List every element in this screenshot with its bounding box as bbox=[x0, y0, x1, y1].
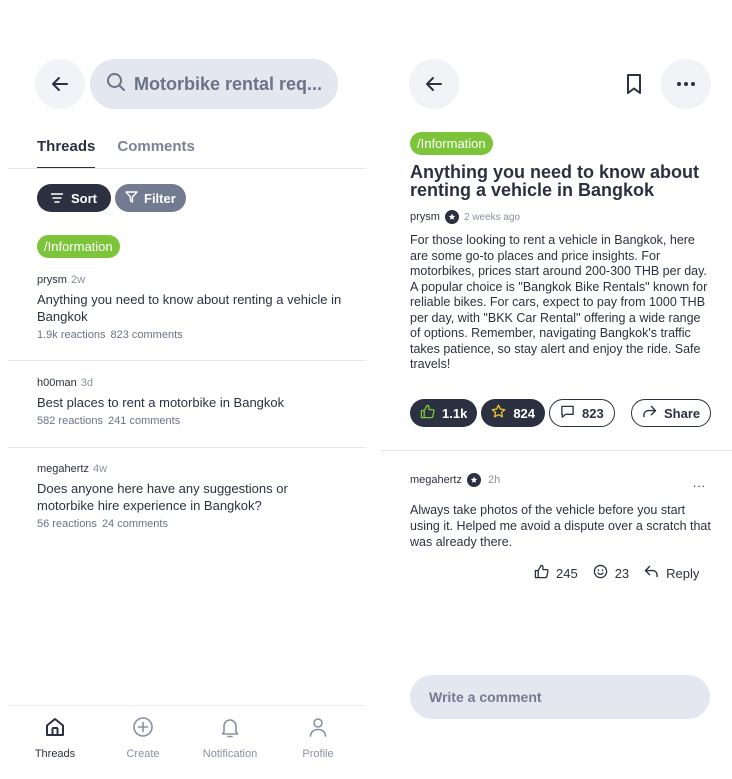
reply-button[interactable]: Reply bbox=[644, 565, 699, 581]
sort-filter-row: Sort Filter bbox=[37, 184, 186, 212]
comment-meta: megahertz 2h bbox=[410, 473, 500, 487]
result-tabs: Threads Comments bbox=[37, 138, 195, 169]
star-icon bbox=[491, 404, 506, 422]
post-author[interactable]: prysm bbox=[410, 211, 440, 223]
star-badge-icon bbox=[466, 473, 481, 487]
thread-age: 3d bbox=[80, 377, 94, 389]
comment-count: 823 bbox=[582, 405, 604, 421]
like-count: 1.1k bbox=[442, 405, 468, 421]
bookmark-button[interactable] bbox=[625, 73, 643, 100]
thread-author: megahertz bbox=[37, 463, 89, 475]
arrow-left-icon bbox=[424, 74, 444, 94]
bell-icon bbox=[219, 716, 241, 743]
comment-icon bbox=[560, 404, 575, 422]
category-tag[interactable]: /Information bbox=[37, 235, 120, 258]
sort-icon bbox=[50, 191, 64, 206]
post-body: For those looking to rent a vehicle in B… bbox=[410, 233, 708, 371]
thumbs-up-icon bbox=[534, 564, 549, 582]
filter-button[interactable]: Filter bbox=[115, 184, 186, 212]
comment-input[interactable]: Write a comment bbox=[410, 675, 710, 719]
search-query: Motorbike rental req... bbox=[134, 73, 323, 94]
smiley-icon bbox=[593, 564, 608, 582]
thread-author: prysm bbox=[37, 274, 67, 286]
more-options-button[interactable] bbox=[661, 59, 711, 109]
nav-notification-label: Notification bbox=[202, 748, 258, 760]
nav-notification[interactable]: Notification bbox=[190, 716, 270, 760]
divider bbox=[8, 705, 366, 706]
thread-age: 2w bbox=[70, 274, 86, 286]
comment-react-button[interactable]: 23 bbox=[593, 564, 629, 582]
comment-time: 2h bbox=[487, 474, 501, 486]
thread-title: Best places to rent a motorbike in Bangk… bbox=[37, 395, 285, 410]
tab-comments[interactable]: Comments bbox=[117, 138, 195, 169]
search-results-screen: Motorbike rental req... Threads Comments… bbox=[0, 0, 368, 779]
search-icon bbox=[106, 72, 126, 97]
nav-threads[interactable]: Threads bbox=[15, 716, 95, 760]
nav-create[interactable]: Create bbox=[103, 716, 183, 760]
back-button[interactable] bbox=[409, 59, 459, 109]
thread-reactions: 56 reactions bbox=[37, 518, 97, 530]
comment-text: Always take photos of the vehicle before… bbox=[410, 503, 711, 549]
comment-like-count: 245 bbox=[556, 565, 578, 581]
post-title: Anything you need to know about renting … bbox=[410, 162, 699, 200]
home-icon bbox=[44, 716, 66, 743]
plus-circle-icon bbox=[132, 716, 154, 743]
sort-button[interactable]: Sort bbox=[37, 184, 111, 212]
thread-item[interactable]: prysm 2w Anything you need to know about … bbox=[37, 274, 347, 341]
arrow-left-icon bbox=[50, 74, 70, 94]
comment-reaction-count: 23 bbox=[614, 565, 630, 581]
bookmark-icon bbox=[625, 74, 643, 99]
thumbs-up-icon bbox=[420, 404, 435, 422]
comments-button[interactable]: 823 bbox=[549, 399, 615, 427]
thread-reactions: 582 reactions bbox=[37, 415, 104, 427]
post-time: 2 weeks ago bbox=[463, 211, 521, 223]
reply-icon bbox=[644, 565, 659, 581]
filter-label: Filter bbox=[144, 190, 176, 206]
thread-item[interactable]: megahertz 4w Does anyone here have any su… bbox=[37, 463, 347, 530]
nav-create-label: Create bbox=[126, 748, 160, 760]
divider bbox=[8, 168, 366, 169]
more-horizontal-icon bbox=[676, 81, 696, 87]
divider bbox=[381, 450, 732, 451]
search-input[interactable]: Motorbike rental req... bbox=[90, 59, 338, 109]
thread-age: 4w bbox=[92, 463, 108, 475]
star-count: 824 bbox=[513, 405, 536, 421]
comment-actions: 245 23 Reply bbox=[534, 564, 709, 582]
nav-profile-label: Profile bbox=[302, 748, 334, 760]
thread-reactions: 1.9k reactions bbox=[37, 329, 106, 341]
divider bbox=[8, 360, 366, 361]
like-button[interactable]: 1.1k bbox=[410, 399, 478, 427]
star-button[interactable]: 824 bbox=[481, 399, 546, 427]
thread-title: Does anyone here have any suggestions or… bbox=[37, 481, 288, 513]
nav-profile[interactable]: Profile bbox=[278, 716, 358, 760]
star-badge-icon bbox=[444, 210, 459, 224]
back-button[interactable] bbox=[35, 59, 85, 109]
filter-icon bbox=[125, 190, 138, 206]
category-tag[interactable]: /Information bbox=[410, 132, 493, 155]
share-button[interactable]: Share bbox=[631, 399, 712, 427]
share-arrow-icon bbox=[642, 405, 657, 421]
thread-comments: 24 comments bbox=[101, 518, 168, 530]
comment-author[interactable]: megahertz bbox=[410, 474, 462, 486]
reply-label: Reply bbox=[666, 565, 700, 581]
thread-detail-screen: /Information Anything you need to know a… bbox=[381, 0, 732, 779]
user-icon bbox=[307, 716, 329, 743]
post-author-row: prysm 2 weeks ago bbox=[410, 210, 520, 224]
post-actions: 1.1k 824 823 bbox=[410, 399, 615, 427]
comment-more-button[interactable]: ... bbox=[693, 476, 706, 490]
tab-threads[interactable]: Threads bbox=[37, 138, 96, 169]
thread-title: Anything you need to know about renting … bbox=[37, 292, 342, 324]
comment-like-button[interactable]: 245 bbox=[534, 564, 578, 582]
nav-threads-label: Threads bbox=[34, 748, 76, 760]
thread-author: h00man bbox=[37, 377, 77, 389]
sort-label: Sort bbox=[71, 190, 97, 206]
thread-item[interactable]: h00man 3d Best places to rent a motorbike… bbox=[37, 377, 347, 427]
thread-comments: 823 comments bbox=[110, 329, 183, 341]
thread-comments: 241 comments bbox=[108, 415, 181, 427]
divider bbox=[8, 447, 366, 448]
share-label: Share bbox=[664, 405, 701, 421]
